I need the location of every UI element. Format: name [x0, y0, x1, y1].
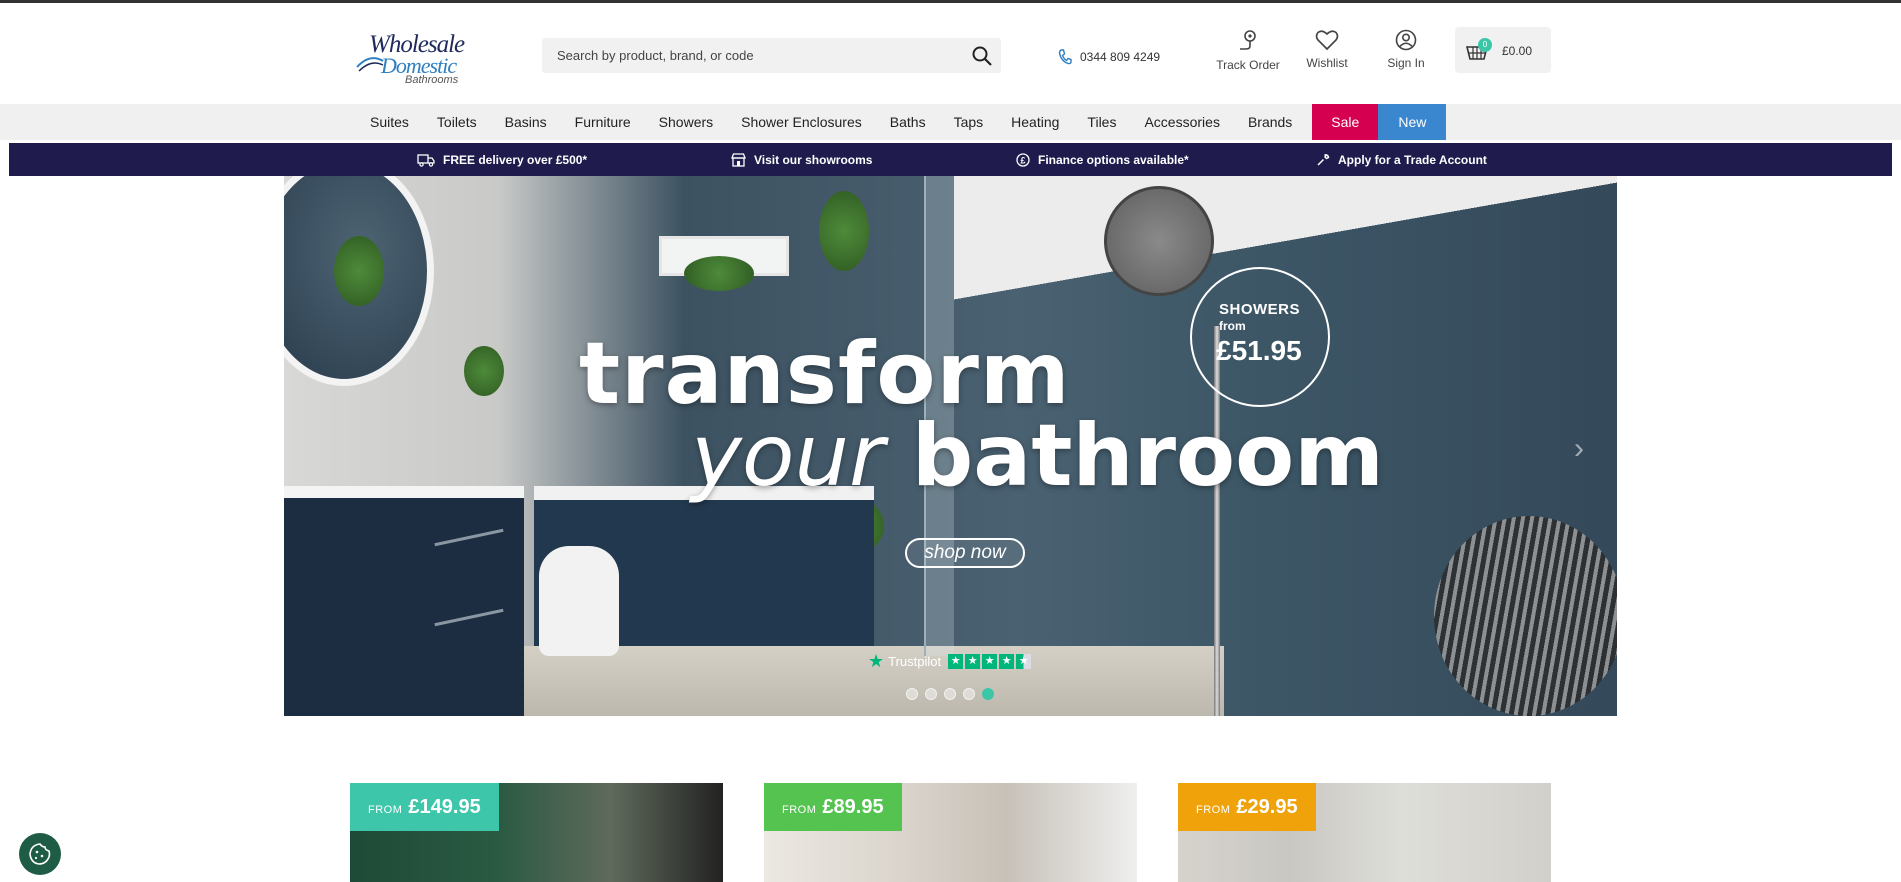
- usp-showrooms-text: Visit our showrooms: [754, 152, 873, 167]
- product-card-price-tag: FROM £149.95: [350, 783, 499, 831]
- product-card-price-tag: FROM £29.95: [1178, 783, 1316, 831]
- nav-item-toilets[interactable]: Toilets: [423, 104, 491, 140]
- nav-item-basins[interactable]: Basins: [491, 104, 561, 140]
- badge-price: £51.95: [1216, 335, 1302, 366]
- user-icon: [1395, 29, 1417, 51]
- track-order-label: Track Order: [1216, 58, 1280, 72]
- usp-showrooms[interactable]: Visit our showrooms: [731, 143, 872, 176]
- basket-button[interactable]: 0 £0.00: [1455, 27, 1551, 73]
- nav-item-new[interactable]: New: [1378, 104, 1447, 140]
- search-input[interactable]: [542, 38, 962, 73]
- hero-headline-bold: bathroom: [911, 406, 1384, 506]
- sign-in-link[interactable]: Sign In: [1366, 29, 1446, 70]
- carousel-dots: [906, 688, 994, 700]
- price-amount: £89.95: [822, 795, 884, 818]
- trustpilot-stars: ★ ★ ★ ★ ★: [948, 653, 1032, 669]
- track-order-icon: [1240, 30, 1256, 50]
- nav-item-taps[interactable]: Taps: [940, 104, 998, 140]
- main-nav: Suites Toilets Basins Furniture Showers …: [0, 104, 1901, 140]
- price-amount: £149.95: [408, 795, 481, 818]
- star-icon: ★: [965, 653, 981, 669]
- search-bar: [542, 38, 1001, 73]
- star-half-icon: ★: [1016, 653, 1032, 669]
- basket-total: £0.00: [1502, 44, 1533, 58]
- carousel-dot[interactable]: [906, 688, 918, 700]
- trustpilot-label: Trustpilot: [888, 653, 942, 669]
- star-icon: ★: [999, 653, 1015, 669]
- badge-from: from: [1219, 319, 1246, 333]
- trustpilot-star-icon: ★: [868, 650, 885, 671]
- site-header: Wholesale Domestic Bathrooms 0344 809 42…: [0, 3, 1901, 104]
- price-from-label: FROM: [782, 803, 817, 816]
- nav-item-suites[interactable]: Suites: [356, 104, 423, 140]
- showers-price-badge[interactable]: SHOWERS from £51.95: [1190, 267, 1330, 407]
- price-from-label: FROM: [1196, 803, 1231, 816]
- carousel-dot[interactable]: [944, 688, 956, 700]
- hero-plant-image: [464, 346, 504, 396]
- hero-toilet-image: [539, 546, 619, 656]
- phone-number: 0344 809 4249: [1080, 50, 1161, 64]
- hero-vanity-image: [284, 486, 524, 716]
- wrench-icon: [1317, 153, 1330, 166]
- logo-text-bathrooms: Bathrooms: [405, 74, 459, 86]
- shop-now-button[interactable]: shop now: [905, 538, 1025, 568]
- usp-finance-text: Finance options available*: [1038, 152, 1189, 167]
- product-card[interactable]: FROM £89.95: [764, 783, 1137, 882]
- nav-item-sale[interactable]: Sale: [1312, 104, 1379, 140]
- hero-fan-image: [1434, 516, 1617, 716]
- heart-icon: [1315, 30, 1339, 51]
- badge-title: SHOWERS: [1219, 301, 1301, 318]
- carousel-dot[interactable]: [925, 688, 937, 700]
- usp-finance[interactable]: £ Finance options available*: [1016, 143, 1189, 176]
- wishlist-label: Wishlist: [1306, 56, 1348, 70]
- product-card-price-tag: FROM £89.95: [764, 783, 902, 831]
- hero-plant-image: [684, 256, 754, 291]
- nav-item-baths[interactable]: Baths: [876, 104, 940, 140]
- star-icon: ★: [982, 653, 998, 669]
- product-card[interactable]: FROM £29.95: [1178, 783, 1551, 882]
- usp-trade-text: Apply for a Trade Account: [1338, 152, 1487, 167]
- basket-count-badge: 0: [1478, 38, 1492, 52]
- pound-icon: £: [1016, 152, 1030, 167]
- phone-link[interactable]: 0344 809 4249: [1058, 47, 1160, 67]
- svg-text:£: £: [1020, 155, 1025, 165]
- cookie-icon: [29, 843, 51, 865]
- wishlist-link[interactable]: Wishlist: [1287, 29, 1367, 70]
- nav-item-furniture[interactable]: Furniture: [561, 104, 645, 140]
- nav-item-tiles[interactable]: Tiles: [1073, 104, 1130, 140]
- nav-item-accessories[interactable]: Accessories: [1130, 104, 1233, 140]
- cookie-settings-button[interactable]: [19, 833, 61, 875]
- store-icon: [731, 152, 746, 167]
- star-icon: ★: [948, 653, 964, 669]
- usp-bar: FREE delivery over £500* Visit our showr…: [9, 143, 1892, 176]
- sign-in-label: Sign In: [1387, 56, 1425, 70]
- nav-item-shower-enclosures[interactable]: Shower Enclosures: [727, 104, 876, 140]
- hero-headline-line2: your bathroom: [691, 406, 1384, 506]
- site-logo[interactable]: Wholesale Domestic Bathrooms: [355, 27, 480, 87]
- hero-banner[interactable]: transform your bathroom shop now SHOWERS…: [284, 176, 1617, 716]
- carousel-dot-active[interactable]: [982, 688, 994, 700]
- hero-headline-italic: your: [691, 406, 885, 506]
- track-order-link[interactable]: Track Order: [1208, 29, 1288, 72]
- nav-item-heating[interactable]: Heating: [997, 104, 1073, 140]
- price-from-label: FROM: [368, 803, 403, 816]
- chevron-right-icon[interactable]: ›: [1574, 432, 1584, 466]
- hero-showerhead-image: [1104, 186, 1214, 296]
- nav-item-showers[interactable]: Showers: [645, 104, 727, 140]
- search-icon[interactable]: [971, 45, 993, 67]
- usp-trade[interactable]: Apply for a Trade Account: [1316, 143, 1487, 176]
- price-amount: £29.95: [1236, 795, 1298, 818]
- carousel-dot[interactable]: [963, 688, 975, 700]
- hero-plant-image: [819, 191, 869, 271]
- usp-delivery[interactable]: FREE delivery over £500*: [417, 143, 587, 176]
- nav-item-brands[interactable]: Brands: [1234, 104, 1306, 140]
- phone-icon: [1058, 49, 1072, 65]
- product-card[interactable]: FROM £149.95: [350, 783, 723, 882]
- usp-delivery-text: FREE delivery over £500*: [443, 152, 588, 167]
- hero-plant-image: [334, 236, 384, 306]
- trustpilot-rating[interactable]: ★ Trustpilot ★ ★ ★ ★ ★: [868, 650, 1032, 672]
- delivery-truck-icon: [417, 153, 435, 167]
